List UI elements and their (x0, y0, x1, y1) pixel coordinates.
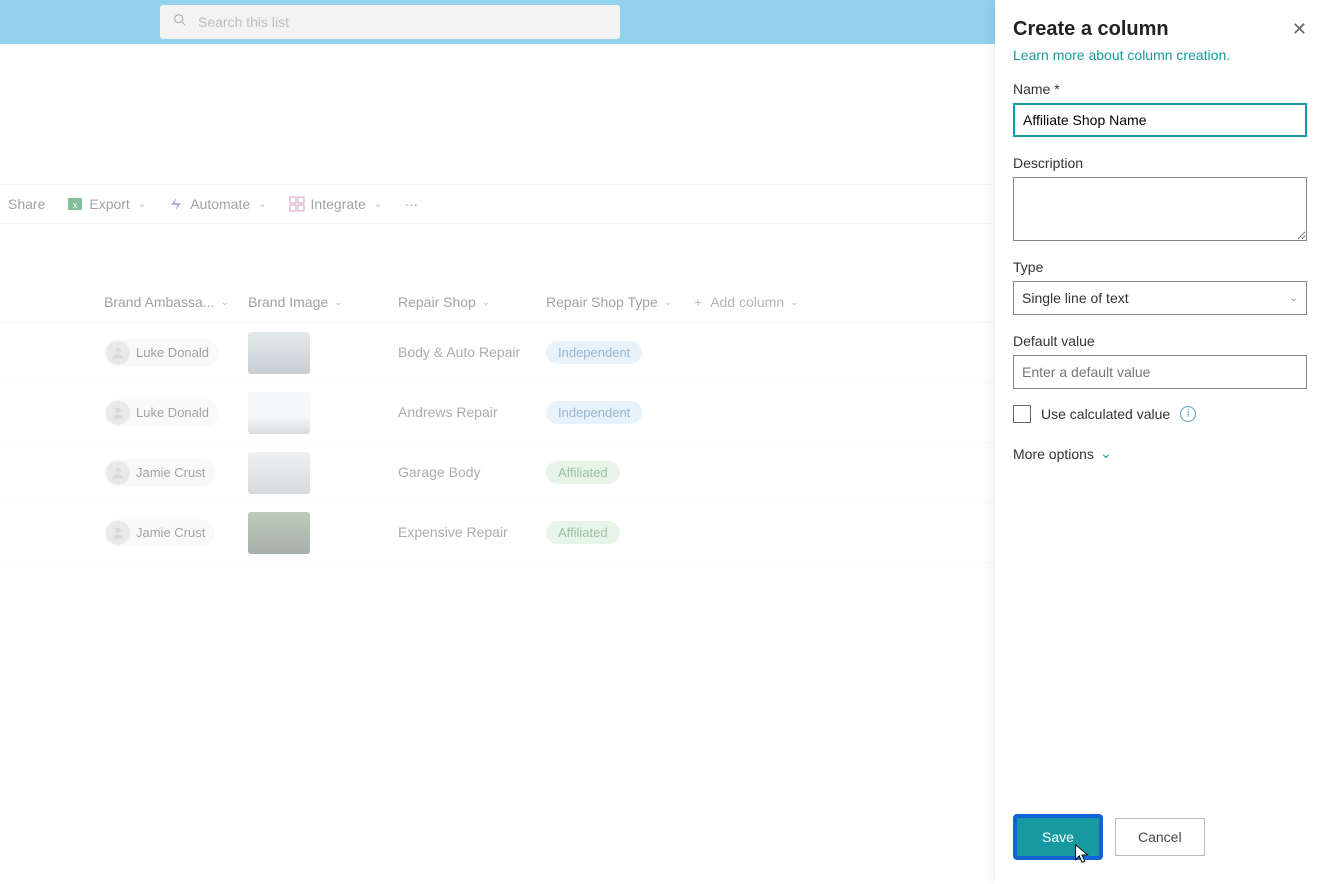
person-name: Luke Donald (136, 405, 209, 420)
create-column-panel: Create a column ✕ Learn more about colum… (995, 0, 1325, 884)
add-column-button[interactable]: + Add column ⌄ (694, 294, 799, 310)
chevron-down-icon: ⌄ (138, 199, 146, 210)
col-label: Brand Ambassa... (104, 294, 215, 310)
col-label: Repair Shop (398, 294, 476, 310)
repair-shop-type-pill: Independent (546, 341, 642, 364)
avatar-icon (106, 401, 130, 425)
brand-image-thumb[interactable] (248, 332, 310, 374)
chevron-down-icon: ⌄ (1290, 293, 1298, 304)
save-highlight: Save (1013, 814, 1103, 860)
more-actions-button[interactable]: ··· (404, 196, 418, 212)
type-value: Single line of text (1022, 290, 1129, 306)
automate-icon (168, 196, 184, 212)
avatar-icon (106, 341, 130, 365)
chevron-down-icon: ⌄ (374, 199, 382, 210)
panel-footer: Save Cancel (1013, 814, 1307, 866)
save-button[interactable]: Save (1017, 818, 1099, 856)
more-options-toggle[interactable]: More options ⌄ (1013, 445, 1307, 462)
calculated-value-label: Use calculated value (1041, 406, 1170, 422)
default-value-input[interactable] (1013, 355, 1307, 389)
brand-image-thumb[interactable] (248, 512, 310, 554)
repair-shop-cell: Body & Auto Repair (398, 344, 520, 360)
info-icon[interactable]: i (1180, 406, 1196, 422)
chevron-down-icon: ⌄ (221, 297, 229, 308)
type-select[interactable]: Single line of text ⌄ (1013, 281, 1307, 315)
more-options-label: More options (1013, 446, 1094, 462)
help-link[interactable]: Learn more about column creation. (1013, 47, 1307, 63)
automate-label: Automate (190, 196, 250, 212)
name-input[interactable] (1013, 103, 1307, 137)
chevron-down-icon: ⌄ (1100, 445, 1112, 462)
chevron-down-icon: ⌄ (664, 297, 672, 308)
panel-title: Create a column (1013, 18, 1169, 41)
calculated-value-checkbox[interactable] (1013, 405, 1031, 423)
chevron-down-icon: ⌄ (790, 297, 798, 308)
chevron-down-icon: ⌄ (258, 199, 266, 210)
brand-image-thumb[interactable] (248, 392, 310, 434)
name-label: Name * (1013, 81, 1307, 97)
integrate-icon (289, 196, 305, 212)
repair-shop-cell: Expensive Repair (398, 524, 508, 540)
description-label: Description (1013, 155, 1307, 171)
person-chip[interactable]: Luke Donald (104, 399, 219, 427)
close-icon[interactable]: ✕ (1292, 19, 1307, 40)
avatar-icon (106, 461, 130, 485)
avatar-icon (106, 521, 130, 545)
ellipsis-icon: ··· (404, 196, 418, 212)
col-repair-shop[interactable]: Repair Shop ⌄ (398, 294, 490, 310)
repair-shop-cell: Garage Body (398, 464, 481, 480)
chevron-down-icon: ⌄ (482, 297, 490, 308)
col-label: Repair Shop Type (546, 294, 658, 310)
share-button[interactable]: Share (8, 196, 45, 212)
add-column-label: Add column (710, 294, 784, 310)
col-brand-ambassador[interactable]: Brand Ambassa... ⌄ (104, 294, 229, 310)
person-name: Jamie Crust (136, 465, 205, 480)
search-icon (172, 12, 188, 33)
type-label: Type (1013, 259, 1307, 275)
excel-icon: x (67, 196, 83, 212)
person-chip[interactable]: Luke Donald (104, 339, 219, 367)
integrate-label: Integrate (311, 196, 366, 212)
cancel-button[interactable]: Cancel (1115, 818, 1205, 856)
default-value-label: Default value (1013, 333, 1307, 349)
export-button[interactable]: x Export ⌄ (67, 196, 146, 212)
brand-image-thumb[interactable] (248, 452, 310, 494)
description-textarea[interactable] (1013, 177, 1307, 241)
export-label: Export (89, 196, 129, 212)
plus-icon: + (694, 294, 702, 310)
person-chip[interactable]: Jamie Crust (104, 459, 215, 487)
repair-shop-cell: Andrews Repair (398, 404, 498, 420)
automate-button[interactable]: Automate ⌄ (168, 196, 266, 212)
person-name: Luke Donald (136, 345, 209, 360)
share-label: Share (8, 196, 45, 212)
svg-text:x: x (73, 200, 78, 210)
repair-shop-type-pill: Affiliated (546, 521, 620, 544)
search-box[interactable] (160, 5, 620, 39)
repair-shop-type-pill: Independent (546, 401, 642, 424)
col-repair-shop-type[interactable]: Repair Shop Type ⌄ (546, 294, 672, 310)
person-name: Jamie Crust (136, 525, 205, 540)
integrate-button[interactable]: Integrate ⌄ (289, 196, 383, 212)
repair-shop-type-pill: Affiliated (546, 461, 620, 484)
search-input[interactable] (198, 14, 608, 30)
col-brand-image[interactable]: Brand Image ⌄ (248, 294, 343, 310)
person-chip[interactable]: Jamie Crust (104, 519, 215, 547)
col-label: Brand Image (248, 294, 328, 310)
chevron-down-icon: ⌄ (334, 297, 342, 308)
